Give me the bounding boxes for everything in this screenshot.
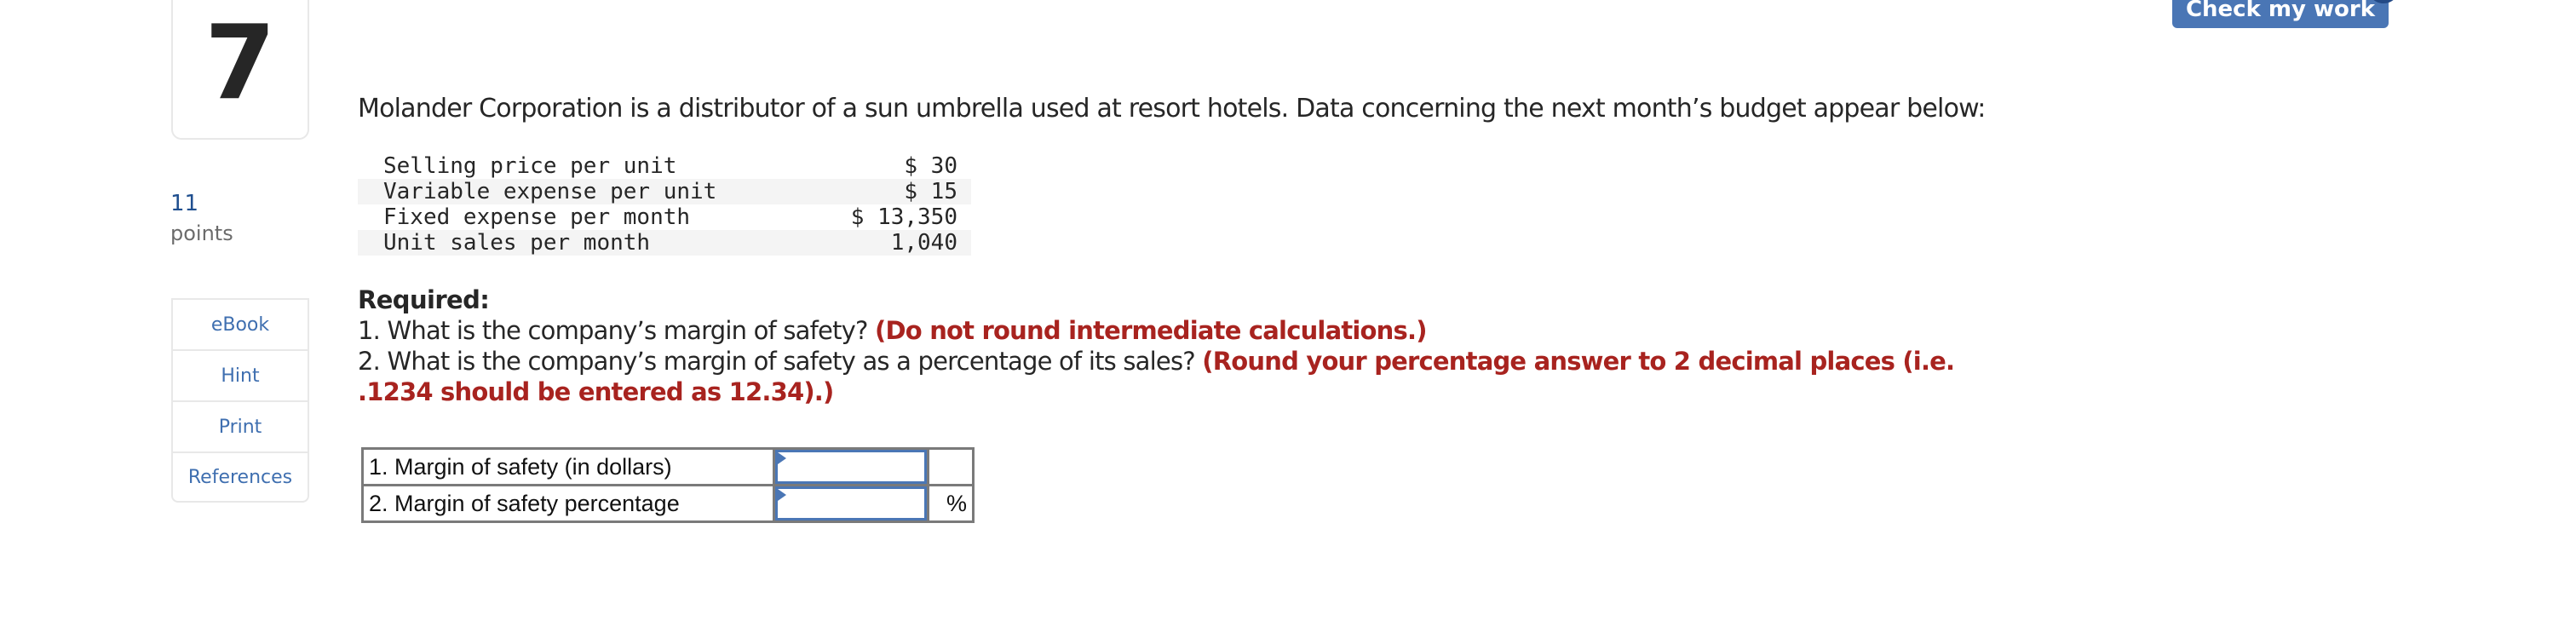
row-value: $ 15: [817, 179, 971, 204]
row-label: Variable expense per unit: [358, 179, 818, 204]
requirement-2: 2. What is the company’s margin of safet…: [358, 347, 1955, 376]
row-value: $ 30: [904, 153, 957, 179]
answer-label: 2. Margin of safety percentage: [361, 484, 775, 523]
ebook-link[interactable]: eBook: [173, 300, 308, 351]
question-tools: eBook Hint Print References: [171, 298, 309, 503]
percent-suffix: %: [927, 484, 975, 523]
input-flag-icon: [778, 452, 786, 464]
margin-of-safety-dollars-input[interactable]: [775, 450, 927, 484]
answer-label: 1. Margin of safety (in dollars): [361, 447, 775, 486]
hint-link[interactable]: Hint: [173, 351, 308, 402]
answer-cell: [773, 484, 929, 523]
table-row: Variable expense per unit $ 15: [358, 179, 971, 204]
problem-intro: Molander Corporation is a distributor of…: [358, 94, 1986, 124]
input-flag-icon: [778, 489, 786, 501]
check-my-work-button[interactable]: Check my work: [2172, 0, 2389, 28]
budget-data-table: Selling price per unit $ 30 Variable exp…: [358, 153, 971, 256]
requirement-text: 2. What is the company’s margin of safet…: [358, 347, 1196, 376]
table-row: Unit sales per month 1,040: [358, 230, 971, 256]
answer-table: 1. Margin of safety (in dollars) 2. Marg…: [361, 447, 975, 523]
table-row: Selling price per unit $ 30: [358, 153, 971, 179]
answer-row: 1. Margin of safety (in dollars): [361, 447, 975, 486]
question-number-card: 7: [171, 0, 309, 140]
requirement-note-continued: .1234 should be entered as 12.34).): [358, 377, 834, 406]
points-value: 11: [170, 191, 199, 216]
print-link[interactable]: Print: [173, 402, 308, 453]
requirement-1: 1. What is the company’s margin of safet…: [358, 316, 1427, 345]
answer-row: 2. Margin of safety percentage %: [361, 484, 975, 523]
question-number: 7: [204, 4, 276, 123]
row-label: Selling price per unit: [383, 153, 677, 179]
points-label: points: [170, 221, 233, 245]
requirement-note: (Round your percentage answer to 2 decim…: [1202, 347, 1955, 376]
requirement-2-continued: .1234 should be entered as 12.34).): [358, 377, 834, 406]
table-row: Fixed expense per month $ 13,350: [358, 204, 971, 230]
row-label: Unit sales per month: [358, 230, 818, 256]
answer-suffix: [927, 447, 975, 486]
row-label: Fixed expense per month: [383, 204, 691, 230]
requirement-text: 1. What is the company’s margin of safet…: [358, 316, 868, 345]
row-value: 1,040: [817, 230, 971, 256]
margin-of-safety-percentage-input[interactable]: [775, 486, 927, 520]
requirement-note: (Do not round intermediate calculations.…: [875, 316, 1427, 345]
answer-cell: [773, 447, 929, 486]
row-value: $ 13,350: [850, 204, 957, 230]
required-heading: Required:: [358, 285, 490, 314]
references-link[interactable]: References: [173, 453, 308, 501]
